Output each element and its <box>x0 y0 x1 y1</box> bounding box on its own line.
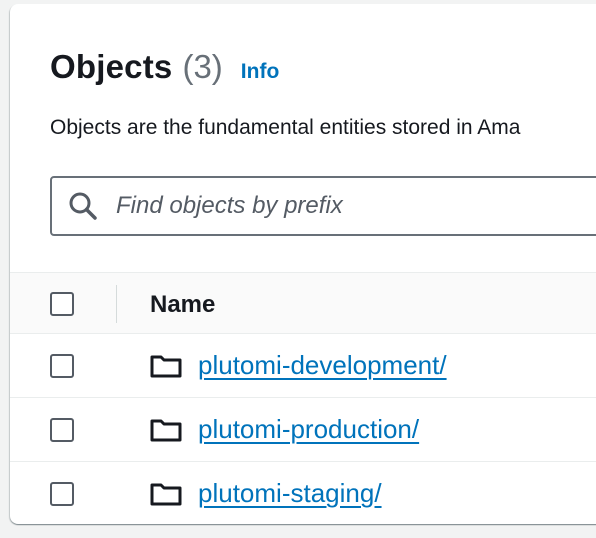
table-header: Name <box>10 272 596 334</box>
folder-icon <box>150 483 182 506</box>
folder-link[interactable]: plutomi-production/ <box>198 414 419 445</box>
table-row: plutomi-production/ <box>10 398 596 462</box>
select-all-checkbox[interactable] <box>50 292 74 316</box>
info-link[interactable]: Info <box>241 60 279 84</box>
folder-link[interactable]: plutomi-staging/ <box>198 478 382 509</box>
search-icon <box>66 189 100 223</box>
row-checkbox[interactable] <box>50 482 74 506</box>
row-checkbox[interactable] <box>50 418 74 442</box>
folder-icon <box>150 419 182 442</box>
objects-count: (3) <box>182 48 223 85</box>
column-header-name[interactable]: Name <box>150 291 215 319</box>
objects-table: Name plutomi-development/ plutomi-produc… <box>10 272 596 524</box>
column-divider[interactable] <box>116 285 117 323</box>
table-row: plutomi-development/ <box>10 334 596 398</box>
folder-icon <box>150 355 182 378</box>
objects-panel: Objects (3) Info Objects are the fundame… <box>10 4 596 524</box>
folder-link[interactable]: plutomi-development/ <box>198 350 447 381</box>
objects-header: Objects (3) Info <box>50 48 279 86</box>
objects-description: Objects are the fundamental entities sto… <box>50 116 521 139</box>
table-row: plutomi-staging/ <box>10 462 596 524</box>
search-input[interactable] <box>114 191 596 221</box>
search-box[interactable] <box>50 176 596 236</box>
row-checkbox[interactable] <box>50 354 74 378</box>
page-title: Objects <box>50 48 173 85</box>
